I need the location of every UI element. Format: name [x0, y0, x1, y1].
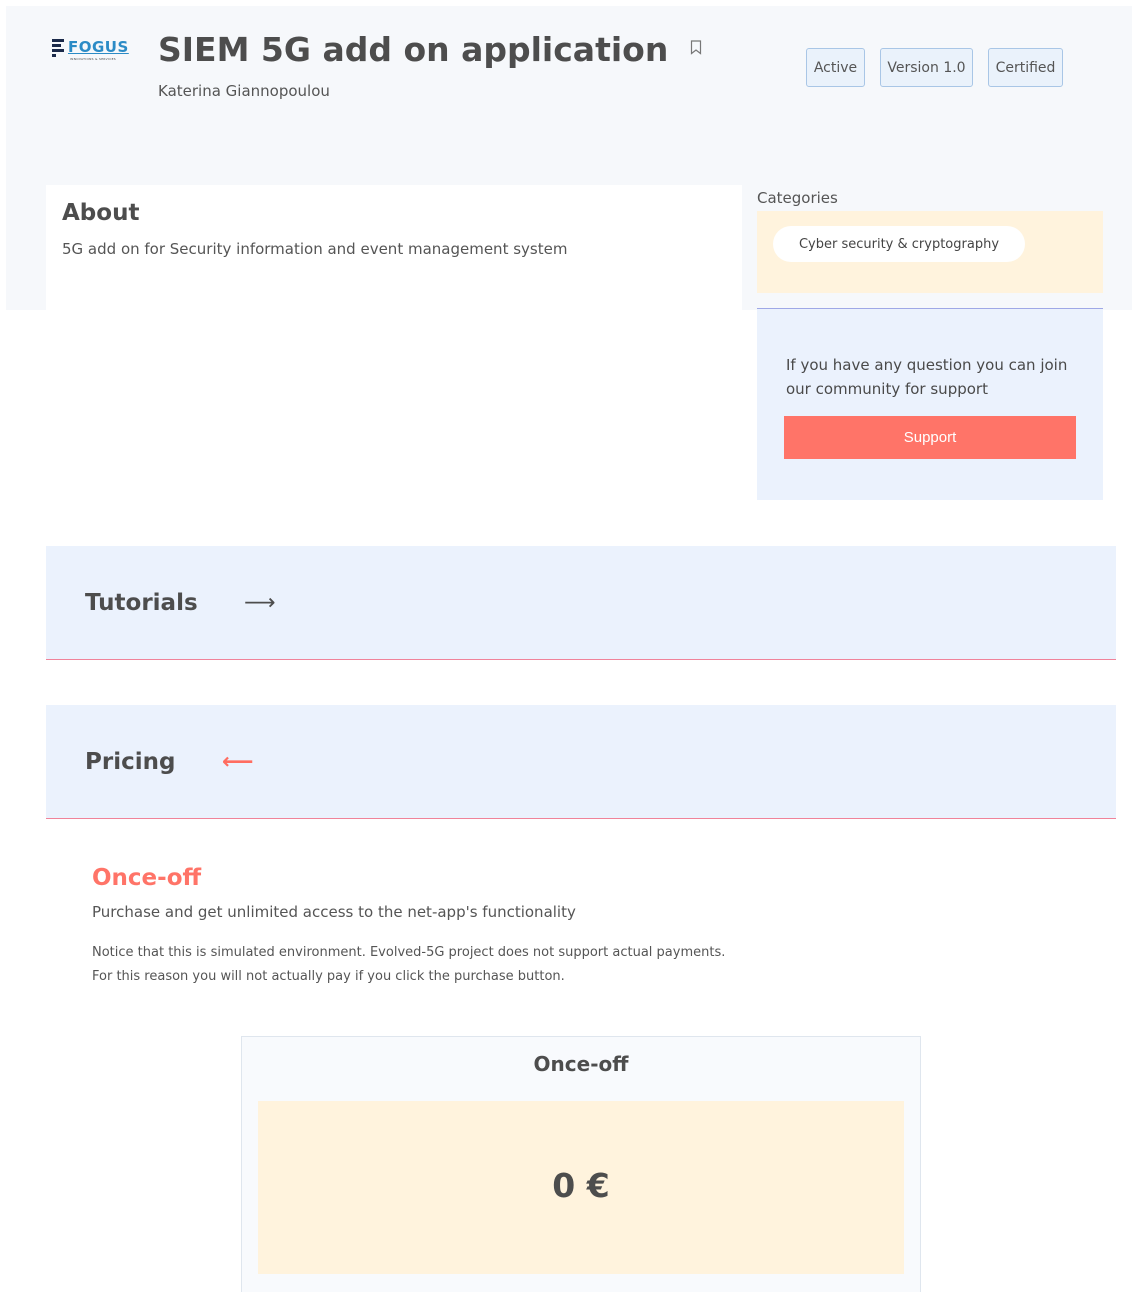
- about-description: 5G add on for Security information and e…: [62, 240, 568, 258]
- support-button[interactable]: Support: [784, 416, 1076, 459]
- arrow-right-icon[interactable]: ⟶: [244, 590, 276, 615]
- version-badge: Version 1.0: [880, 48, 973, 87]
- price-value: 0 €: [552, 1166, 610, 1205]
- support-text: If you have any question you can join ou…: [786, 356, 1068, 398]
- price-card-title: Once-off: [533, 1052, 629, 1076]
- fogus-logo: FOGUS INNOVATIONS & SERVICES: [52, 38, 138, 62]
- payment-notice-line1: Notice that this is simulated environmen…: [92, 945, 726, 960]
- pricing-section[interactable]: Pricing ⟵: [46, 705, 1116, 819]
- tutorials-section[interactable]: Tutorials ⟶: [46, 546, 1116, 660]
- payment-notice-line2: For this reason you will not actually pa…: [92, 969, 565, 984]
- logo-tagline: INNOVATIONS & SERVICES: [70, 57, 116, 61]
- categories-label: Categories: [757, 189, 838, 207]
- tutorials-heading: Tutorials: [85, 589, 198, 616]
- support-panel: [757, 308, 1103, 500]
- plan-title: Once-off: [92, 865, 202, 891]
- about-heading: About: [62, 200, 140, 226]
- category-chip[interactable]: Cyber security & cryptography: [773, 226, 1025, 262]
- status-badge: Active: [806, 48, 865, 87]
- logo-mark-icon: [52, 38, 66, 58]
- arrow-left-icon[interactable]: ⟵: [222, 749, 254, 774]
- author-name: Katerina Giannopoulou: [158, 82, 330, 100]
- logo-wordmark: FOGUS: [68, 38, 129, 56]
- bookmark-icon[interactable]: [690, 40, 702, 55]
- certified-badge: Certified: [988, 48, 1063, 87]
- pricing-heading: Pricing: [85, 748, 176, 775]
- page-title: SIEM 5G add on application: [158, 30, 669, 69]
- plan-description: Purchase and get unlimited access to the…: [92, 903, 576, 921]
